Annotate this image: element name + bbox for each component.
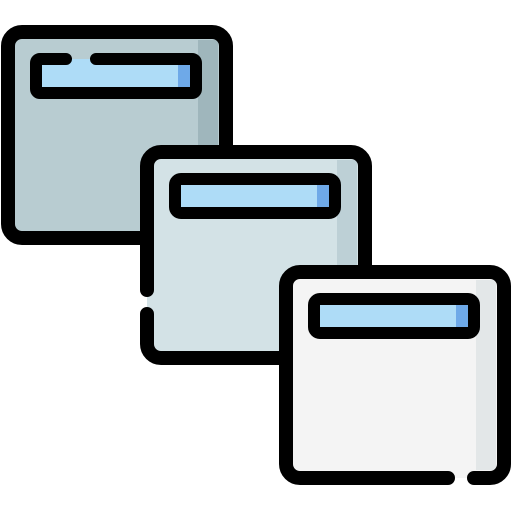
middle-window-titlebar-shade xyxy=(317,183,331,209)
front-window-titlebar-shade xyxy=(456,303,470,329)
cascading-windows-icon xyxy=(0,0,512,512)
front-window xyxy=(279,265,511,485)
cascading-windows-svg xyxy=(1,25,511,485)
back-window-titlebar-shade xyxy=(178,63,192,89)
